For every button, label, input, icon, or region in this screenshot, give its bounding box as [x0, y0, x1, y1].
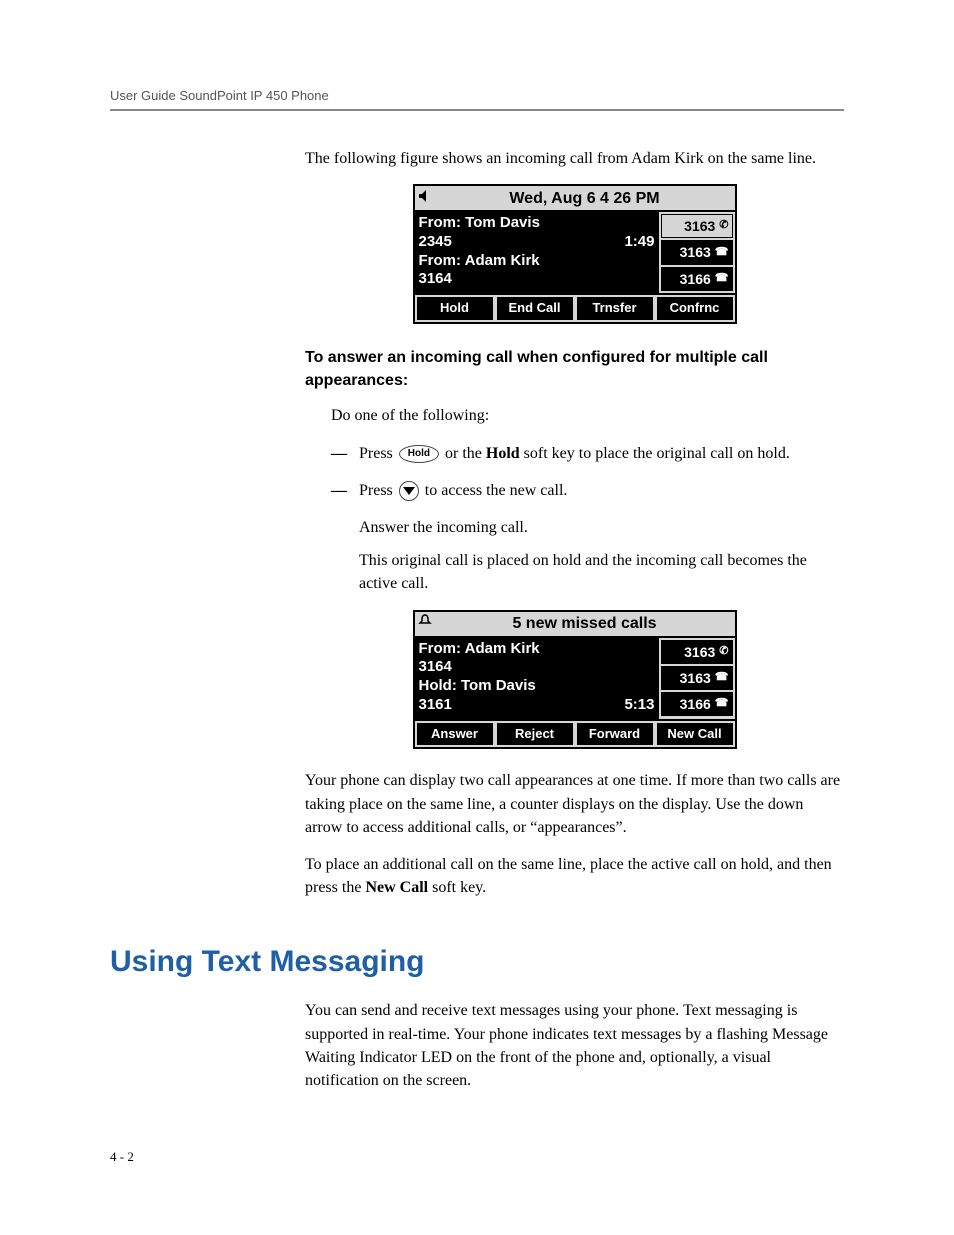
- softkey-newcall: New Call: [657, 723, 733, 746]
- call-info-row: 3161 5:13: [419, 696, 655, 715]
- softkey-answer: Answer: [417, 723, 493, 746]
- page: User Guide SoundPoint IP 450 Phone The f…: [0, 0, 954, 1235]
- phone-screen-figure-1: Wed, Aug 6 4 26 PM From: Tom Davis 2345 …: [413, 184, 737, 324]
- line-key-2: 3163 ☎: [661, 240, 733, 264]
- procedure-step-2: Press to access the new call. Answer the…: [331, 479, 844, 596]
- body-column: The following figure shows an incoming c…: [305, 147, 844, 899]
- section-paragraph: You can send and receive text messages u…: [305, 999, 844, 1092]
- step-text: Press: [359, 482, 397, 499]
- line-key-3: 3166 ☎: [661, 692, 733, 716]
- call-info-row: 2345 1:49: [419, 233, 655, 252]
- bold-hold: Hold: [486, 445, 520, 462]
- call-from-line-2: From: Adam Kirk: [419, 252, 655, 271]
- after-paragraph-1: Your phone can display two call appearan…: [305, 769, 844, 839]
- call-timer: 5:13: [624, 696, 654, 715]
- page-number: 4 - 2: [110, 1149, 134, 1165]
- step-text: soft key to place the original call on h…: [520, 445, 790, 462]
- line-key-label: 3163: [684, 642, 715, 662]
- softkey-row: Answer Reject Forward New Call: [415, 721, 735, 748]
- line-keys: 3163 ✆ 3163 ☎ 3166 ☎: [659, 212, 735, 293]
- procedure-lead: Do one of the following:: [331, 404, 844, 427]
- section-heading: Using Text Messaging: [110, 945, 844, 979]
- softkey-forward: Forward: [577, 723, 653, 746]
- text: soft key.: [428, 879, 486, 896]
- bold-newcall: New Call: [365, 879, 428, 896]
- phone-main-area: From: Adam Kirk 3164 Hold: Tom Davis 316…: [415, 638, 659, 719]
- handset-icon: ☎: [715, 271, 729, 287]
- call-ext: 3164: [419, 658, 655, 677]
- softkey-hold: Hold: [417, 297, 493, 320]
- softkey-endcall: End Call: [497, 297, 573, 320]
- handset-icon: ✆: [719, 644, 728, 660]
- call-ext-2: 3164: [419, 270, 655, 289]
- line-key-label: 3163: [680, 242, 711, 262]
- line-key-3: 3166 ☎: [661, 267, 733, 291]
- intro-paragraph: The following figure shows an incoming c…: [305, 147, 844, 170]
- softkey-transfer: Trnsfer: [577, 297, 653, 320]
- step-text: Press: [359, 445, 397, 462]
- line-keys: 3163 ✆ 3163 ☎ 3166 ☎: [659, 638, 735, 719]
- phone-main-area: From: Tom Davis 2345 1:49 From: Adam Kir…: [415, 212, 659, 293]
- down-arrow-key-icon: [399, 481, 419, 501]
- bell-icon: [415, 612, 435, 635]
- line-key-1: 3163 ✆: [661, 214, 733, 238]
- line-key-1: 3163 ✆: [661, 640, 733, 664]
- phone-title-text: Wed, Aug 6 4 26 PM: [435, 187, 735, 210]
- body-column: You can send and receive text messages u…: [305, 999, 844, 1092]
- phone-body: From: Tom Davis 2345 1:49 From: Adam Kir…: [415, 212, 735, 295]
- handset-icon: ☎: [715, 696, 729, 712]
- handset-icon: ☎: [715, 245, 729, 261]
- procedure-step-1: Press Hold or the Hold soft key to place…: [331, 442, 844, 465]
- call-from-line: From: Tom Davis: [419, 214, 655, 233]
- step-text: to access the new call.: [421, 482, 568, 499]
- line-key-label: 3166: [680, 269, 711, 289]
- line-key-label: 3163: [684, 216, 715, 236]
- line-key-label: 3166: [680, 694, 711, 714]
- phone-body: From: Adam Kirk 3164 Hold: Tom Davis 316…: [415, 638, 735, 721]
- handset-icon: ☎: [715, 670, 729, 686]
- call-id: 3161: [419, 696, 452, 715]
- step-text: or the: [441, 445, 486, 462]
- hold-key-icon: Hold: [399, 445, 439, 463]
- procedure-steps: Press Hold or the Hold soft key to place…: [331, 442, 844, 596]
- phone-titlebar: 5 new missed calls: [415, 612, 735, 638]
- call-timer: 1:49: [624, 233, 654, 252]
- substep-1: Answer the incoming call.: [359, 516, 844, 539]
- phone-screen-figure-2: 5 new missed calls From: Adam Kirk 3164 …: [413, 610, 737, 750]
- call-from-line: From: Adam Kirk: [419, 640, 655, 659]
- line-key-label: 3163: [680, 668, 711, 688]
- after-paragraph-2: To place an additional call on the same …: [305, 853, 844, 899]
- line-key-2: 3163 ☎: [661, 666, 733, 690]
- softkey-row: Hold End Call Trnsfer Confrnc: [415, 295, 735, 322]
- running-header: User Guide SoundPoint IP 450 Phone: [110, 88, 844, 103]
- header-rule: [110, 109, 844, 111]
- call-hold-line: Hold: Tom Davis: [419, 677, 655, 696]
- phone-titlebar: Wed, Aug 6 4 26 PM: [415, 186, 735, 212]
- call-id: 2345: [419, 233, 452, 252]
- procedure-heading: To answer an incoming call when configur…: [305, 346, 844, 392]
- speaker-icon: [415, 187, 435, 210]
- softkey-conference: Confrnc: [657, 297, 733, 320]
- handset-icon: ✆: [719, 218, 728, 234]
- substep-2: This original call is placed on hold and…: [359, 549, 844, 595]
- phone-title-text: 5 new missed calls: [435, 612, 735, 635]
- softkey-reject: Reject: [497, 723, 573, 746]
